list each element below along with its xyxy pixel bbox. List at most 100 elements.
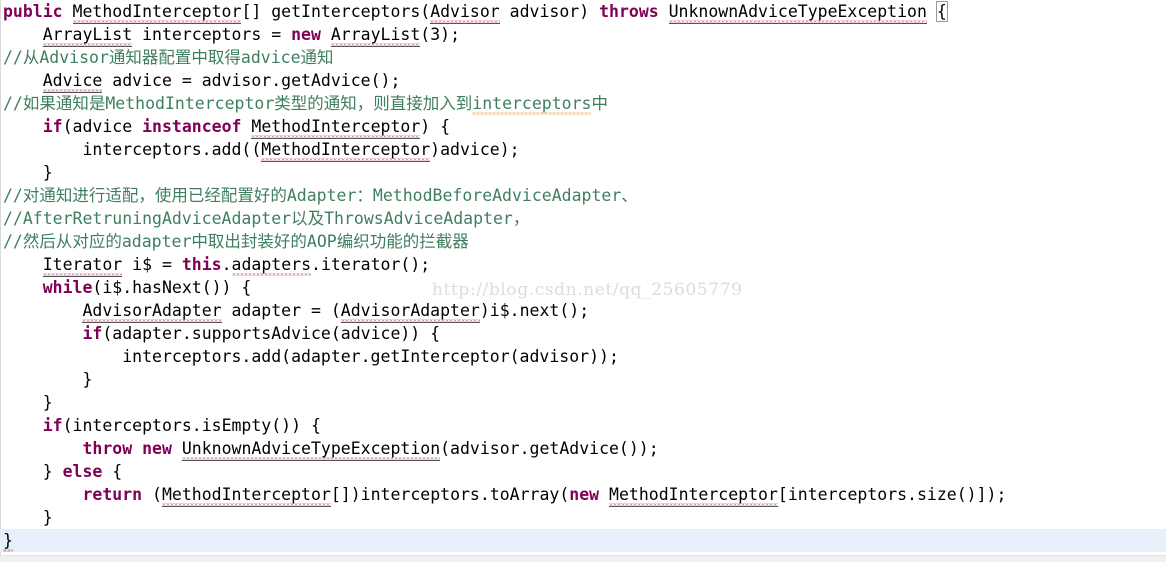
- code-token: MethodInterceptor: [72, 2, 242, 24]
- code-token: }: [3, 462, 63, 481]
- code-token: [interceptors.size()]);: [777, 485, 1007, 504]
- code-token: (advisor.getAdvice());: [440, 439, 659, 458]
- code-token: MethodInterceptor: [261, 140, 431, 162]
- code-token: (i$.hasNext()) {: [92, 278, 252, 297]
- code-token: MethodInterceptor: [609, 485, 778, 507]
- code-token: this: [181, 255, 222, 274]
- code-line[interactable]: public MethodInterceptor[] getIntercepto…: [0, 0, 1166, 24]
- code-token: [] getInterceptors(: [241, 2, 431, 21]
- code-token: }: [3, 393, 53, 412]
- code-token: (3);: [420, 25, 461, 44]
- code-line[interactable]: }: [0, 368, 1166, 391]
- code-token: //然后从对应的adapter中取出封装好的AOP编织功能的拦截器: [3, 232, 469, 251]
- code-token: if: [42, 117, 63, 136]
- code-token: }: [3, 531, 13, 550]
- code-token: advice = advisor.getAdvice();: [102, 71, 401, 90]
- code-token: ) {: [420, 117, 451, 136]
- code-line[interactable]: //对通知进行适配，使用已经配置好的Adapter：MethodBeforeAd…: [0, 184, 1166, 207]
- code-token: (: [142, 485, 162, 504]
- code-editor[interactable]: public MethodInterceptor[] getIntercepto…: [0, 0, 1166, 562]
- code-token: interceptors =: [132, 25, 292, 44]
- code-token: Advisor: [430, 2, 500, 24]
- code-line[interactable]: //然后从对应的adapter中取出封装好的AOP编织功能的拦截器: [0, 230, 1166, 253]
- code-line[interactable]: AdvisorAdapter adapter = (AdvisorAdapter…: [0, 299, 1166, 323]
- code-line[interactable]: }: [0, 161, 1166, 184]
- code-line[interactable]: if(interceptors.isEmpty()) {: [0, 414, 1166, 437]
- editor-bottom-strip: [0, 555, 1166, 562]
- code-token: MethodInterceptor: [251, 117, 421, 139]
- code-token: UnknownAdviceTypeException: [668, 2, 927, 24]
- code-token: (interceptors.isEmpty()) {: [62, 416, 321, 435]
- code-token: //对通知进行适配，使用已经配置好的Adapter：MethodBeforeAd…: [3, 186, 638, 205]
- code-token: public: [3, 2, 63, 21]
- code-token: adapters: [231, 255, 312, 274]
- code-token: //AfterRetruningAdviceAdapter以及ThrowsAdv…: [3, 209, 530, 228]
- code-token: new: [291, 25, 321, 44]
- code-token: )i$.next();: [479, 301, 590, 320]
- code-line[interactable]: if(adapter.supportsAdvice(advice)) {: [0, 322, 1166, 345]
- code-line[interactable]: }: [0, 391, 1166, 414]
- code-token: [])interceptors.toArray(: [330, 485, 570, 504]
- code-line[interactable]: } else {: [0, 460, 1166, 483]
- code-token: Advice: [42, 71, 103, 93]
- code-token: interceptors.add((: [3, 140, 262, 159]
- code-token: UnknownAdviceTypeException: [181, 439, 441, 461]
- code-line[interactable]: Iterator i$ = this.adapters.iterator();: [0, 253, 1166, 277]
- code-token: )advice);: [430, 140, 520, 159]
- code-token: }: [3, 163, 53, 182]
- code-line[interactable]: //如果通知是MethodInterceptor类型的通知，则直接加入到inte…: [0, 92, 1166, 115]
- code-line[interactable]: //从Advisor通知器配置中取得advice通知: [0, 46, 1166, 69]
- code-line[interactable]: throw new UnknownAdviceTypeException(adv…: [0, 437, 1166, 461]
- code-token: advisor): [499, 2, 600, 21]
- code-token: Iterator: [42, 255, 123, 277]
- code-line[interactable]: interceptors.add((MethodInterceptor)advi…: [0, 138, 1166, 162]
- code-token: MethodInterceptor: [161, 485, 331, 507]
- code-token: new: [569, 485, 600, 504]
- code-line[interactable]: ArrayList interceptors = new ArrayList(3…: [0, 23, 1166, 47]
- code-token: .: [221, 255, 232, 274]
- code-token: while: [42, 278, 93, 297]
- code-line[interactable]: }: [0, 506, 1166, 529]
- code-token: }: [3, 370, 93, 389]
- code-token: interceptors.add(adapter.getInterceptor(…: [3, 347, 619, 366]
- code-line[interactable]: return (MethodInterceptor[])interceptors…: [0, 483, 1166, 507]
- code-token: ArrayList: [330, 25, 421, 47]
- code-line[interactable]: //AfterRetruningAdviceAdapter以及ThrowsAdv…: [0, 207, 1166, 230]
- code-token: throw: [82, 439, 133, 458]
- code-token: //从Advisor通知器配置中取得advice通知: [3, 48, 334, 67]
- code-line[interactable]: if(advice instanceof MethodInterceptor) …: [0, 115, 1166, 139]
- code-token: 中: [591, 94, 608, 113]
- code-token: //如果通知是MethodInterceptor类型的通知，则直接加入到: [3, 94, 473, 113]
- code-token: return: [82, 485, 143, 504]
- code-token: adapter = (: [221, 301, 341, 320]
- code-token: (adapter.supportsAdvice(advice)) {: [102, 324, 441, 343]
- code-token: AdvisorAdapter: [340, 301, 480, 323]
- code-token: (advice: [62, 117, 143, 136]
- code-token: interceptors: [472, 94, 592, 113]
- code-token: {: [935, 1, 948, 22]
- code-token: ArrayList: [42, 25, 133, 47]
- code-line[interactable]: interceptors.add(adapter.getInterceptor(…: [0, 345, 1166, 368]
- code-token: else: [62, 462, 103, 481]
- code-token: if: [82, 324, 103, 343]
- code-line[interactable]: while(i$.hasNext()) {: [0, 276, 1166, 299]
- code-content[interactable]: public MethodInterceptor[] getIntercepto…: [0, 0, 1166, 552]
- code-line[interactable]: Advice advice = advisor.getAdvice();: [0, 69, 1166, 93]
- code-token: throws: [599, 2, 659, 21]
- code-line[interactable]: }: [0, 529, 1166, 552]
- code-token: }: [3, 508, 53, 527]
